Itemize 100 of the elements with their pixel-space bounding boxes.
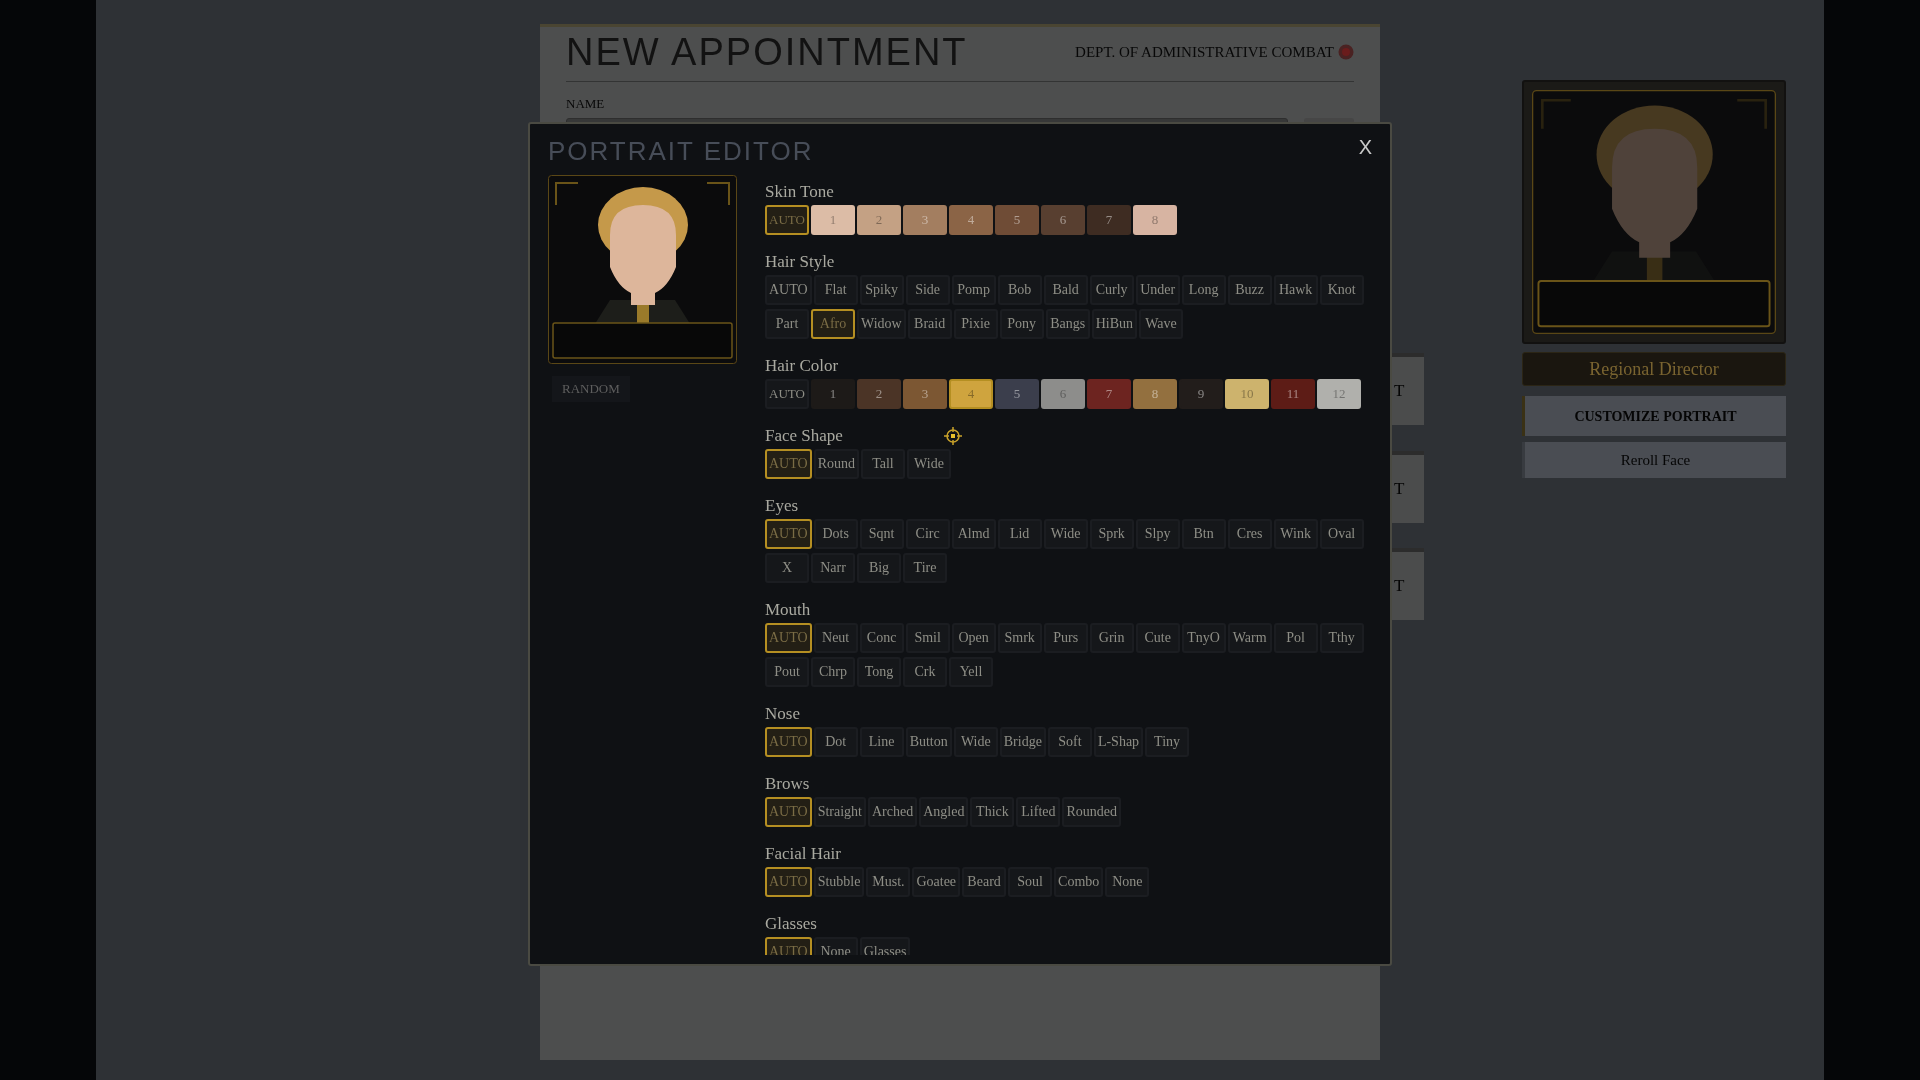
option-button[interactable]: Smrk: [997, 623, 1042, 653]
option-button[interactable]: Combo: [1054, 867, 1104, 897]
option-button[interactable]: Btn: [1181, 519, 1226, 549]
option-button[interactable]: Cute: [1135, 623, 1180, 653]
option-button[interactable]: Pixie: [953, 309, 998, 339]
color-swatch[interactable]: 9: [1179, 379, 1223, 409]
color-swatch[interactable]: 11: [1271, 379, 1315, 409]
option-button[interactable]: Straight: [813, 797, 866, 827]
option-button[interactable]: Open: [951, 623, 996, 653]
option-button[interactable]: Neut: [813, 623, 858, 653]
option-button[interactable]: Narr: [811, 553, 855, 583]
option-button[interactable]: Crk: [903, 657, 947, 687]
option-button[interactable]: L-Shap: [1093, 727, 1144, 757]
option-button[interactable]: Grin: [1089, 623, 1134, 653]
option-button[interactable]: AUTO: [765, 449, 812, 479]
option-button[interactable]: Part: [765, 309, 809, 339]
option-button[interactable]: Wave: [1139, 309, 1183, 339]
color-swatch[interactable]: 1: [811, 379, 855, 409]
option-button[interactable]: Wide: [953, 727, 998, 757]
option-button[interactable]: Conc: [859, 623, 904, 653]
option-button[interactable]: Afro: [811, 309, 855, 339]
option-button[interactable]: Pol: [1273, 623, 1318, 653]
option-button[interactable]: Lid: [997, 519, 1042, 549]
option-button[interactable]: Cres: [1227, 519, 1272, 549]
option-button[interactable]: Dots: [813, 519, 858, 549]
option-button[interactable]: TnyO: [1181, 623, 1226, 653]
option-button[interactable]: Sqnt: [859, 519, 904, 549]
option-button[interactable]: Almd: [951, 519, 996, 549]
color-swatch[interactable]: 7: [1087, 205, 1131, 235]
option-button[interactable]: Flat: [813, 275, 858, 305]
option-button[interactable]: Bob: [997, 275, 1042, 305]
option-button[interactable]: Hawk: [1273, 275, 1318, 305]
option-button[interactable]: Beard: [962, 867, 1007, 897]
random-button[interactable]: RANDOM: [552, 376, 630, 402]
option-button[interactable]: Under: [1135, 275, 1180, 305]
option-button[interactable]: Widow: [857, 309, 906, 339]
option-button[interactable]: None: [1105, 867, 1150, 897]
option-button[interactable]: Warm: [1227, 623, 1272, 653]
option-button[interactable]: Bangs: [1045, 309, 1090, 339]
color-swatch[interactable]: 7: [1087, 379, 1131, 409]
option-button[interactable]: AUTO: [765, 867, 812, 897]
option-button[interactable]: AUTO: [765, 797, 812, 827]
option-button[interactable]: Tire: [903, 553, 947, 583]
option-button[interactable]: Rounded: [1062, 797, 1121, 827]
option-button[interactable]: Long: [1181, 275, 1226, 305]
close-button[interactable]: X: [1354, 132, 1376, 162]
section-label: Hair Color: [765, 355, 839, 377]
option-button[interactable]: Button: [905, 727, 952, 757]
option-button[interactable]: Pomp: [951, 275, 996, 305]
option-button[interactable]: Curly: [1089, 275, 1134, 305]
option-button[interactable]: Wide: [907, 449, 951, 479]
option-button[interactable]: Pony: [999, 309, 1044, 339]
option-button[interactable]: Buzz: [1227, 275, 1272, 305]
option-button[interactable]: Lifted: [1016, 797, 1061, 827]
option-button[interactable]: AUTO: [765, 623, 812, 653]
option-button[interactable]: Angled: [919, 797, 969, 827]
color-swatch[interactable]: 5: [995, 379, 1039, 409]
option-button[interactable]: Goatee: [912, 867, 961, 897]
option-button[interactable]: Wink: [1273, 519, 1318, 549]
option-button[interactable]: Dot: [813, 727, 858, 757]
option-button[interactable]: Purs: [1043, 623, 1088, 653]
option-button[interactable]: AUTO: [765, 205, 809, 235]
option-button[interactable]: Thick: [970, 797, 1015, 827]
option-button[interactable]: Stubble: [813, 867, 865, 897]
option-button[interactable]: Wide: [1043, 519, 1088, 549]
option-button[interactable]: Circ: [905, 519, 950, 549]
option-button[interactable]: Soul: [1008, 867, 1053, 897]
option-button[interactable]: Tiny: [1145, 727, 1190, 757]
option-button[interactable]: Spiky: [859, 275, 904, 305]
option-button[interactable]: Chrp: [811, 657, 855, 687]
option-button[interactable]: Slpy: [1135, 519, 1180, 549]
option-button[interactable]: AUTO: [765, 519, 812, 549]
option-button[interactable]: Round: [813, 449, 859, 479]
option-button[interactable]: Must.: [866, 867, 911, 897]
option-button[interactable]: Tong: [857, 657, 901, 687]
option-button[interactable]: Big: [857, 553, 901, 583]
option-button[interactable]: Pout: [765, 657, 809, 687]
section-label: Glasses: [765, 913, 817, 935]
option-button[interactable]: Braid: [907, 309, 952, 339]
option-button[interactable]: X: [765, 553, 809, 583]
color-swatch[interactable]: 2: [857, 379, 901, 409]
option-button[interactable]: Side: [905, 275, 950, 305]
option-button[interactable]: Arched: [868, 797, 918, 827]
option-button[interactable]: Oval: [1319, 519, 1364, 549]
option-button[interactable]: Yell: [949, 657, 993, 687]
option-button[interactable]: AUTO: [765, 727, 812, 757]
option-button[interactable]: Line: [859, 727, 904, 757]
option-button[interactable]: Tthy: [1319, 623, 1364, 653]
option-button[interactable]: HiBun: [1091, 309, 1137, 339]
option-button[interactable]: Bald: [1043, 275, 1088, 305]
option-button[interactable]: Bridge: [999, 727, 1046, 757]
option-button[interactable]: Tall: [861, 449, 905, 479]
option-button[interactable]: Smil: [905, 623, 950, 653]
option-button[interactable]: Sprk: [1089, 519, 1134, 549]
option-button[interactable]: Knot: [1319, 275, 1364, 305]
option-button[interactable]: AUTO: [765, 275, 812, 305]
option-button[interactable]: AUTO: [765, 379, 809, 409]
color-swatch[interactable]: 6: [1041, 205, 1085, 235]
color-swatch[interactable]: 5: [995, 205, 1039, 235]
option-button[interactable]: Soft: [1047, 727, 1092, 757]
